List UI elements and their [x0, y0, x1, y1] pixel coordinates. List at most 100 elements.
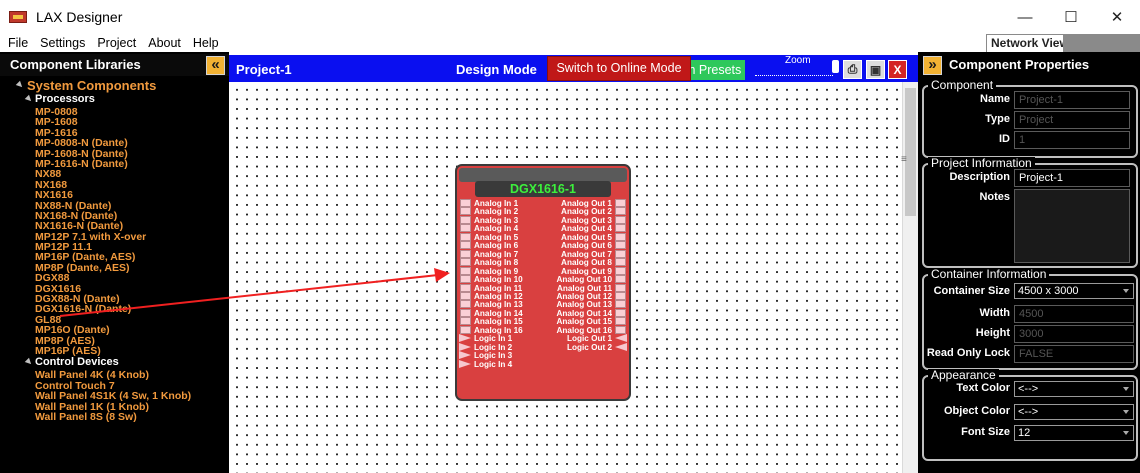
menu-settings[interactable]: Settings	[34, 36, 91, 50]
tree-group-label: System Components	[27, 78, 157, 93]
control-device-item[interactable]: Wall Panel 4S1K (4 Sw, 1 Knob)	[0, 391, 229, 402]
component-properties-panel: » Component Properties Component Name Pr…	[918, 52, 1140, 473]
logic-in-arrow-icon[interactable]	[459, 359, 471, 368]
output-pin[interactable]	[615, 266, 626, 275]
name-field[interactable]: Project-1	[1014, 91, 1130, 109]
caret-down-icon[interactable]	[15, 80, 25, 90]
processor-item[interactable]: NX1616	[0, 190, 229, 201]
input-pin[interactable]	[460, 291, 471, 300]
close-window-button[interactable]: ✕	[1094, 0, 1140, 34]
caret-down-icon[interactable]	[24, 94, 34, 104]
logic-in-arrow-icon[interactable]	[459, 334, 471, 343]
input-pin[interactable]	[460, 300, 471, 309]
notes-textarea[interactable]	[1014, 189, 1130, 263]
scrollbar-thumb[interactable]	[905, 88, 916, 216]
notes-label: Notes	[979, 191, 1010, 203]
logic-out-arrow-icon[interactable]	[615, 342, 627, 351]
id-field[interactable]: 1	[1014, 131, 1130, 149]
input-pin[interactable]	[460, 215, 471, 224]
output-pin[interactable]	[615, 275, 626, 284]
save-icon[interactable]: ▣	[866, 60, 885, 79]
logic-output-port[interactable]: Logic Out 2	[567, 342, 627, 352]
zoom-slider[interactable]	[755, 66, 833, 76]
input-pin[interactable]	[460, 325, 471, 334]
output-pin[interactable]	[615, 249, 626, 258]
zoom-slider-handle[interactable]	[832, 60, 839, 73]
input-pin[interactable]	[460, 275, 471, 284]
logic-in-arrow-icon[interactable]	[459, 342, 471, 351]
expand-panel-button[interactable]: »	[923, 56, 942, 75]
menu-file[interactable]: File	[0, 36, 34, 50]
tree-sub-processors[interactable]: Processors	[0, 93, 229, 107]
input-pin[interactable]	[460, 266, 471, 275]
control-device-list: Wall Panel 4K (4 Knob) Control Touch 7 Wal…	[0, 370, 229, 422]
tree-group-system-components[interactable]: System Components	[0, 79, 229, 93]
device-block-dgx1616[interactable]: DGX1616-1 Analog In 1 Analog In 2 Analog I…	[455, 164, 631, 401]
input-pin[interactable]	[460, 232, 471, 241]
font-size-select[interactable]: 12	[1014, 425, 1134, 441]
control-device-item[interactable]: Wall Panel 8S (8 Sw)	[0, 411, 229, 422]
switch-online-button[interactable]: Switch to Online Mode	[547, 56, 691, 81]
type-field[interactable]: Project	[1014, 111, 1130, 129]
processor-item[interactable]: MP-0808-N (Dante)	[0, 138, 229, 149]
menu-project[interactable]: Project	[91, 36, 142, 50]
lax-designer-window: LAX Designer — ☐ ✕ File Settings Project…	[0, 0, 1140, 473]
output-pin[interactable]	[615, 232, 626, 241]
tab-network-view[interactable]: Network View	[986, 34, 1064, 52]
chevron-down-icon[interactable]	[1123, 387, 1129, 391]
description-field[interactable]: Project-1	[1014, 169, 1130, 187]
splitter-grip-icon[interactable]: ≡	[901, 154, 907, 165]
text-color-select[interactable]: <-->	[1014, 381, 1134, 397]
output-pin[interactable]	[615, 308, 626, 317]
menu-about[interactable]: About	[142, 36, 187, 50]
collapse-panel-button[interactable]: «	[206, 56, 225, 75]
close-project-button[interactable]: X	[888, 60, 907, 79]
presets-button[interactable]: m Presets	[691, 60, 745, 80]
menu-help[interactable]: Help	[187, 36, 225, 50]
input-pin[interactable]	[460, 308, 471, 317]
canvas-vertical-scrollbar[interactable]	[902, 82, 918, 473]
input-pin[interactable]	[460, 241, 471, 250]
output-pin[interactable]	[615, 241, 626, 250]
processor-item[interactable]: MP16P (AES)	[0, 346, 229, 357]
chevron-down-icon[interactable]	[1123, 410, 1129, 414]
input-pin[interactable]	[460, 224, 471, 233]
chevron-down-icon[interactable]	[1123, 431, 1129, 435]
output-pin[interactable]	[615, 291, 626, 300]
output-pin[interactable]	[615, 317, 626, 326]
output-pin[interactable]	[615, 224, 626, 233]
output-pin[interactable]	[615, 215, 626, 224]
output-pin[interactable]	[615, 283, 626, 292]
input-pin[interactable]	[460, 283, 471, 292]
maximize-button[interactable]: ☐	[1048, 0, 1094, 34]
container-information-group: Container Information Container Size 450…	[922, 268, 1138, 370]
caret-down-icon[interactable]	[24, 358, 34, 367]
logic-in-arrow-icon[interactable]	[459, 351, 471, 360]
output-pin[interactable]	[615, 258, 626, 267]
input-pin[interactable]	[460, 317, 471, 326]
output-pin[interactable]	[615, 207, 626, 216]
input-pin[interactable]	[460, 207, 471, 216]
logic-input-port[interactable]: Logic In 4	[459, 359, 512, 369]
tree-sub-control-devices[interactable]: Control Devices	[0, 356, 229, 370]
width-field[interactable]: 4500	[1014, 305, 1134, 323]
print-icon[interactable]: ⎙	[843, 60, 862, 79]
container-size-select[interactable]: 4500 x 3000	[1014, 283, 1134, 299]
output-pin[interactable]	[615, 325, 626, 334]
object-color-select[interactable]: <-->	[1014, 404, 1134, 420]
input-pin[interactable]	[460, 199, 471, 207]
component-libraries-title: Component Libraries	[10, 57, 141, 72]
minimize-button[interactable]: —	[1002, 0, 1048, 34]
chevron-down-icon[interactable]	[1123, 289, 1129, 293]
input-pin[interactable]	[460, 258, 471, 267]
zoom-label: Zoom	[785, 55, 811, 66]
device-titlebar[interactable]	[459, 168, 627, 182]
height-field[interactable]: 3000	[1014, 325, 1134, 343]
window-controls: — ☐ ✕	[1002, 0, 1140, 34]
read-only-lock-select[interactable]: FALSE	[1014, 345, 1134, 363]
tab-secondary[interactable]	[1064, 34, 1140, 52]
logic-out-arrow-icon[interactable]	[615, 334, 627, 343]
output-pin[interactable]	[615, 300, 626, 309]
input-pin[interactable]	[460, 249, 471, 258]
output-pin[interactable]	[615, 199, 626, 207]
